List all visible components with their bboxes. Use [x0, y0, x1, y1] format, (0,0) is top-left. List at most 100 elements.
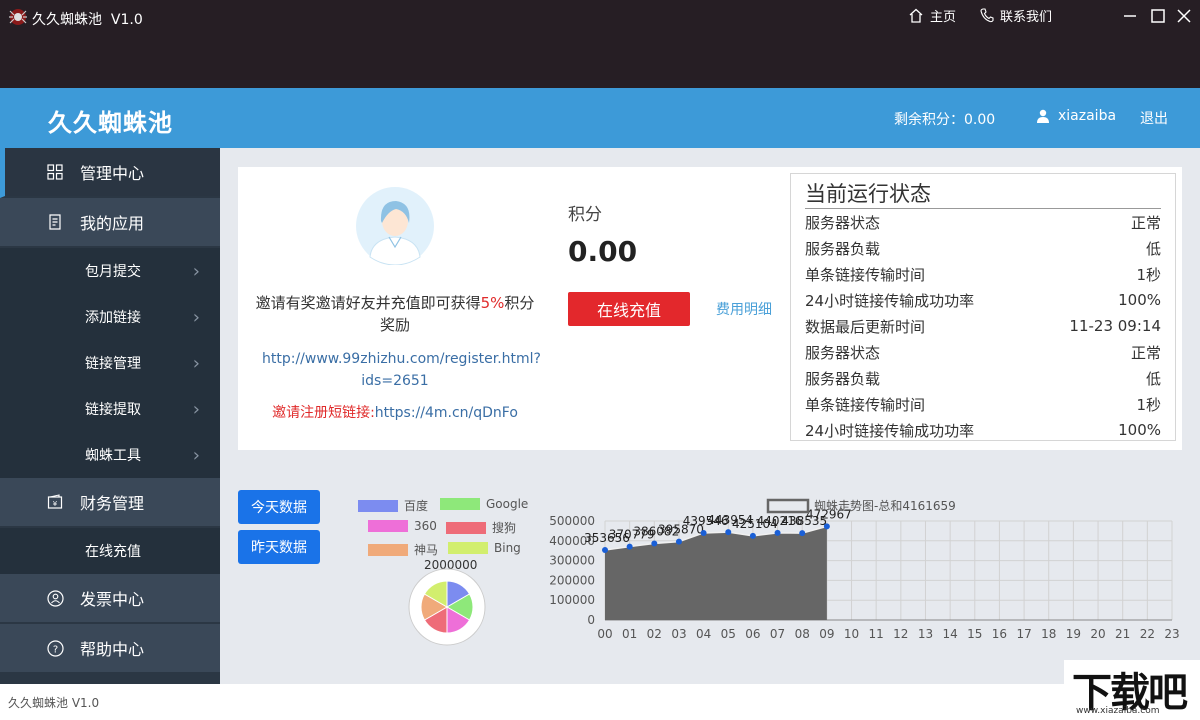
legend-baidu[interactable]: 百度 [358, 497, 428, 514]
y-tick-label: 0 [587, 613, 595, 627]
x-tick-label: 00 [597, 627, 612, 641]
register-link[interactable]: http://www.99zhizhu.com/register.html? i… [262, 348, 541, 392]
watermark-logo: 下载吧 www.xiazaiba.com [1064, 660, 1200, 720]
recharge-button[interactable]: 在线充值 [568, 292, 690, 326]
status-row: 服务器状态 正常 [805, 343, 1161, 362]
points-value: 0.00 [568, 235, 638, 268]
home-icon [909, 8, 923, 23]
document-icon [46, 213, 64, 231]
user-icon [1037, 109, 1049, 123]
data-point[interactable] [823, 523, 830, 530]
grid-icon [46, 163, 64, 181]
status-row: 服务器负载低 [805, 239, 1161, 258]
app-header: 久久蜘蛛池 剩余积分：0.00 xiazaiba 退出 [0, 88, 1200, 148]
sidebar-item-add-link[interactable]: 添加链接 › [0, 294, 220, 340]
x-tick-label: 11 [869, 627, 884, 641]
sidebar: 管理中心 我的应用 包月提交 › 添加链接 › 链接管理 › 链接提取 › 蜘蛛工具 › … [0, 148, 220, 684]
user-menu[interactable]: xiazaiba [1036, 108, 1116, 124]
minimize-icon [1124, 15, 1136, 17]
legend-swatch[interactable] [766, 498, 810, 514]
sidebar-item-link-extract[interactable]: 链接提取 › [0, 386, 220, 432]
x-tick-label: 21 [1115, 627, 1130, 641]
x-tick-label: 14 [942, 627, 957, 641]
window-titlebar: 久久蜘蛛池 V1.0 主页 联系我们 [0, 0, 1200, 88]
status-row: 单条链接传输时间 1秒 [805, 265, 1161, 284]
x-tick-label: 05 [721, 627, 736, 641]
data-point[interactable] [725, 529, 732, 536]
chevron-right-icon: › [192, 352, 200, 374]
close-button[interactable] [1172, 4, 1196, 28]
x-tick-label: 18 [1041, 627, 1056, 641]
yesterday-data-button[interactable]: 昨天数据 [238, 530, 320, 564]
maximize-button[interactable] [1146, 4, 1170, 28]
home-link[interactable]: 主页 [908, 6, 956, 25]
x-tick-label: 22 [1140, 627, 1155, 641]
invite-reward-text: 邀请有奖邀请好友并充值即可获得5%积分奖励 [255, 294, 535, 334]
avatar [356, 187, 434, 265]
x-tick-label: 01 [622, 627, 637, 641]
x-tick-label: 07 [770, 627, 785, 641]
spider-logo-icon [9, 9, 27, 25]
data-point[interactable] [749, 532, 756, 539]
user-circle-icon [46, 589, 64, 607]
chevron-right-icon: › [192, 260, 200, 282]
logout-link[interactable]: 退出 [1140, 108, 1168, 128]
x-tick-label: 23 [1164, 627, 1179, 641]
phone-icon [980, 7, 994, 22]
status-row: 服务器状态 正常 [805, 213, 1161, 232]
status-row: 24小时链接传输成功功率 100% [805, 291, 1161, 310]
status-row: 24小时链接传输成功功率 100% [805, 421, 1161, 440]
legend-shenma[interactable]: 神马 [368, 541, 438, 558]
remaining-points: 剩余积分：0.00 [894, 112, 996, 128]
status-row: 数据最后更新时间 11-23 09:14 [805, 317, 1161, 336]
legend-label: 蜘蛛走势图-总和4161659 [814, 498, 956, 513]
y-tick-label: 300000 [549, 554, 595, 568]
close-icon [1177, 9, 1191, 23]
x-tick-label: 10 [844, 627, 859, 641]
x-tick-label: 17 [1016, 627, 1031, 641]
wallet-icon: ¥ [46, 493, 64, 511]
sidebar-item-help-center[interactable]: ? 帮助中心 [0, 624, 220, 674]
sidebar-item-management-center[interactable]: 管理中心 [0, 148, 220, 198]
y-tick-label: 100000 [549, 593, 595, 607]
legend-google[interactable]: Google [440, 497, 528, 511]
window-title: 久久蜘蛛池 V1.0 [32, 12, 143, 28]
sidebar-item-my-apps[interactable]: 我的应用 [0, 198, 220, 248]
data-point[interactable] [774, 529, 781, 536]
brand-logo: 久久蜘蛛池 [48, 109, 173, 137]
legend-360[interactable]: 360 [368, 519, 437, 533]
footer-version: 久久蜘蛛池 V1.0 [8, 696, 100, 710]
chevron-right-icon: › [192, 306, 200, 328]
x-tick-label: 19 [1066, 627, 1081, 641]
spider-trend-chart: 5000004000003000002000001000000353656370… [549, 498, 1179, 641]
data-point[interactable] [700, 529, 707, 536]
status-row: 服务器负载低 [805, 369, 1161, 388]
sidebar-item-spider-tools[interactable]: 蜘蛛工具 › [0, 432, 220, 478]
status-row: 单条链接传输时间 1秒 [805, 395, 1161, 414]
x-tick-label: 02 [647, 627, 662, 641]
y-tick-label: 500000 [549, 514, 595, 528]
chevron-right-icon: › [192, 444, 200, 466]
contact-link[interactable]: 联系我们 [980, 6, 1052, 25]
y-tick-label: 200000 [549, 573, 595, 587]
data-point[interactable] [626, 543, 633, 550]
data-point[interactable] [651, 540, 658, 547]
x-tick-label: 12 [893, 627, 908, 641]
minimize-button[interactable] [1118, 4, 1142, 28]
x-tick-label: 03 [671, 627, 686, 641]
sidebar-item-link-management[interactable]: 链接管理 › [0, 340, 220, 386]
legend-bing[interactable]: Bing [448, 541, 521, 555]
data-point[interactable] [602, 546, 608, 553]
sidebar-item-online-recharge[interactable]: 在线充值 [0, 528, 220, 574]
sidebar-item-monthly-submit[interactable]: 包月提交 › [0, 248, 220, 294]
data-point[interactable] [675, 538, 682, 545]
x-tick-label: 20 [1090, 627, 1105, 641]
fee-details-link[interactable]: 费用明细 [716, 299, 772, 319]
short-link[interactable]: 邀请注册短链接:https://4m.cn/qDnFo [250, 402, 540, 422]
legend-sogou[interactable]: 搜狗 [446, 519, 516, 536]
today-data-button[interactable]: 今天数据 [238, 490, 320, 524]
x-tick-label: 04 [696, 627, 711, 641]
data-point[interactable] [799, 530, 806, 537]
sidebar-item-finance[interactable]: ¥ 财务管理 [0, 478, 220, 528]
sidebar-item-invoice-center[interactable]: 发票中心 [0, 574, 220, 624]
